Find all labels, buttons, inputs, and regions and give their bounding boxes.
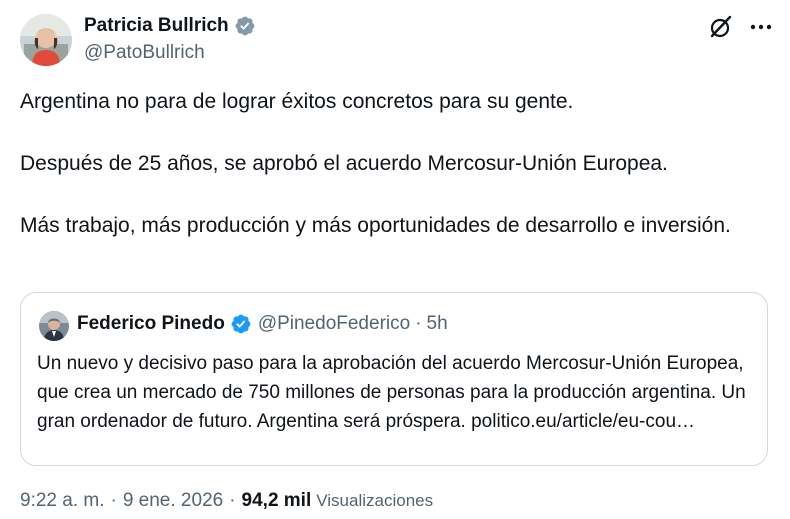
- quote-header: Federico Pinedo @PinedoFederico · 5h: [77, 313, 448, 335]
- quote-author-handle[interactable]: @PinedoFederico: [258, 313, 410, 335]
- quote-timestamp[interactable]: 5h: [427, 313, 448, 335]
- author-name[interactable]: Patricia Bullrich: [84, 15, 229, 37]
- separator-dot: ·: [110, 490, 117, 511]
- views-count[interactable]: 94,2 mil: [242, 490, 312, 512]
- tweet-time[interactable]: 9:22 a. m.: [20, 490, 105, 512]
- tweet-card: Patricia Bullrich @PatoBullrich Argentin…: [0, 0, 790, 519]
- tweet-paragraph: Argentina no para de lograr éxitos concr…: [20, 90, 574, 113]
- more-options-icon[interactable]: [748, 14, 774, 40]
- tweet-date[interactable]: 9 ene. 2026: [123, 490, 223, 512]
- author-avatar[interactable]: [20, 14, 72, 66]
- tweet-paragraph: Después de 25 años, se aprobó el acuerdo…: [20, 152, 668, 175]
- tweet-paragraph: Más trabajo, más producción y más oportu…: [20, 214, 731, 237]
- separator-dot: ·: [229, 490, 236, 511]
- quoted-tweet[interactable]: Federico Pinedo @PinedoFederico · 5h Un …: [20, 292, 768, 466]
- author-handle[interactable]: @PatoBullrich: [84, 42, 205, 64]
- tweet-metadata: 9:22 a. m. · 9 ene. 2026 · 94,2 mil Visu…: [20, 490, 433, 512]
- quote-text: Un nuevo y decisivo paso para la aprobac…: [37, 353, 746, 432]
- separator-dot: ·: [415, 313, 422, 334]
- author-avatar-image: [20, 14, 72, 66]
- verified-badge-icon: [230, 313, 252, 335]
- quote-author-name[interactable]: Federico Pinedo: [77, 313, 225, 335]
- author-name-row[interactable]: Patricia Bullrich: [84, 14, 256, 38]
- quote-author-avatar[interactable]: [39, 311, 69, 341]
- verified-badge-icon: [234, 15, 256, 37]
- views-label: Visualizaciones: [316, 491, 434, 510]
- grok-icon[interactable]: [708, 14, 734, 40]
- quote-avatar-image: [39, 311, 69, 341]
- tweet-text: Argentina no para de lograr éxitos concr…: [20, 86, 750, 241]
